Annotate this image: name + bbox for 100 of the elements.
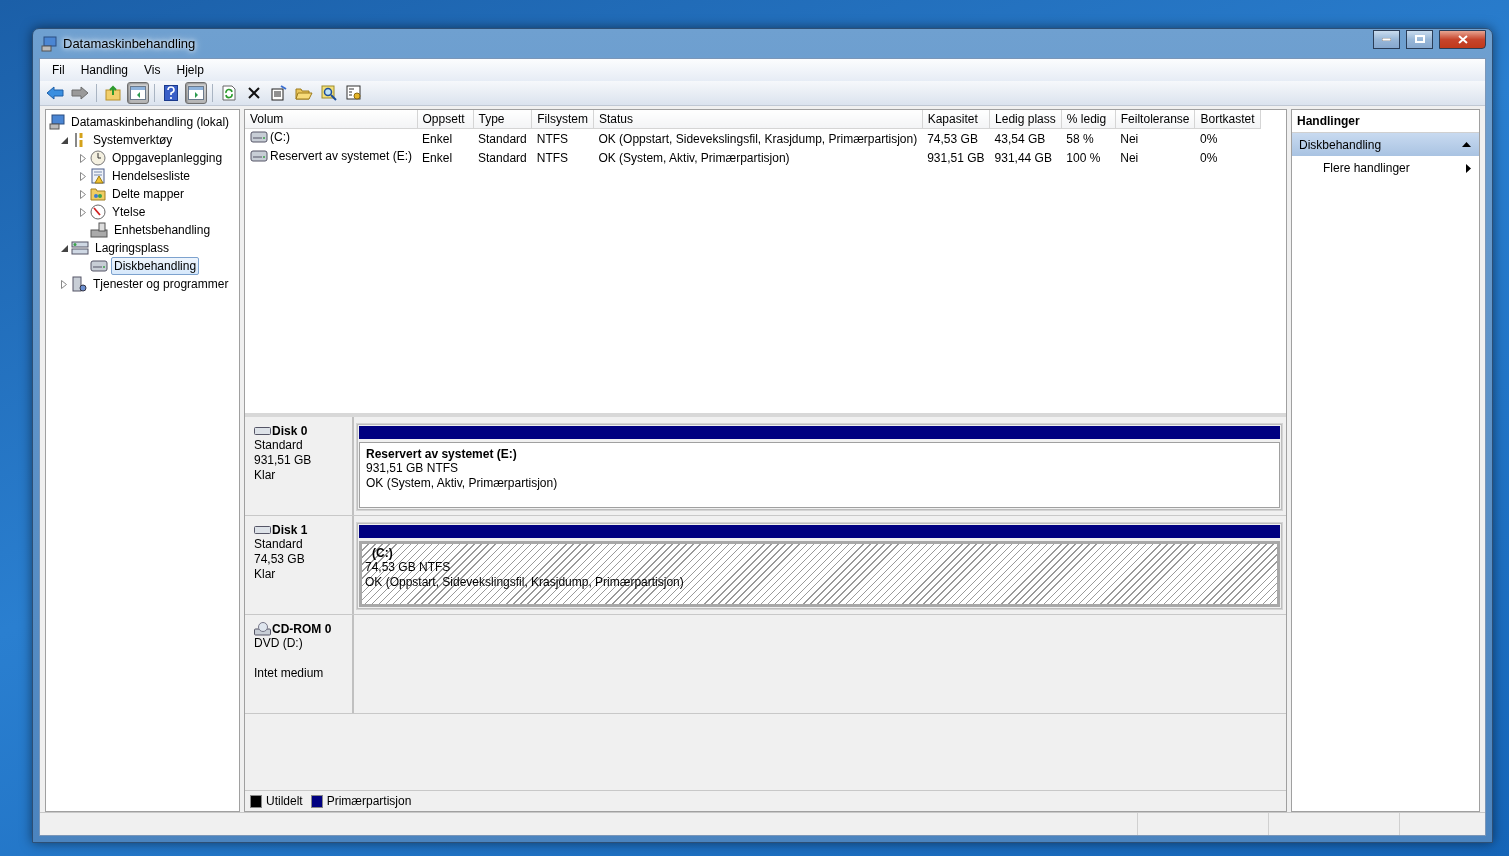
column-header[interactable]: Filsystem — [531, 110, 594, 129]
partition-size: 74,53 GB NTFS — [365, 560, 452, 575]
refresh-icon — [222, 85, 236, 101]
disk-info: Standard — [254, 537, 304, 552]
partition-title: Reservert av systemet (E:) — [366, 447, 518, 461]
tree-item[interactable]: Tjenester og programmer — [90, 275, 232, 293]
collapsed-arrow-icon[interactable] — [80, 171, 86, 181]
table-cell: 74,53 GB — [927, 131, 978, 146]
tree-item[interactable]: Lagringsplass — [92, 239, 173, 257]
column-header[interactable]: Volum — [245, 110, 418, 129]
partition-status: OK (Oppstart, Sidevekslingsfil, Krasjdump, Primærpartisjon) — [365, 575, 685, 590]
tree-item[interactable]: Datamaskinbehandling (lokal) — [68, 113, 233, 131]
delete-icon — [247, 86, 261, 100]
table-cell: 931,51 GB — [927, 150, 985, 165]
column-header[interactable]: Bortkastet — [1195, 110, 1260, 129]
tree-item[interactable]: Oppgaveplanlegging — [109, 149, 226, 167]
column-header[interactable]: Oppsett — [417, 110, 474, 129]
tree-item[interactable]: Ytelse — [109, 203, 149, 221]
table-cell: Nei — [1120, 131, 1139, 146]
disk-name: CD-ROM 0 — [272, 622, 332, 636]
hard-drive-icon — [254, 525, 271, 535]
column-header[interactable]: Status — [593, 110, 923, 129]
pane-toggle-icon — [130, 86, 146, 100]
table-cell: OK (Oppstart, Sidevekslingsfil, Krasjdump, Primærpartisjon) — [598, 131, 918, 146]
storage-icon — [71, 240, 89, 256]
partition-status: OK (System, Aktiv, Primærpartisjon) — [366, 476, 559, 491]
disk-info: Intet medium — [254, 666, 325, 681]
column-header[interactable]: Kapasitet — [922, 110, 990, 129]
close-button[interactable] — [1439, 29, 1486, 49]
partition-block[interactable]: Reservert av systemet (E:) 931,51 GB NTFS OK (System, Aktiv, Primærpartisjon) — [357, 424, 1282, 510]
menu-item[interactable]: Hjelp — [168, 63, 212, 77]
disk-info: DVD (D:) — [254, 636, 304, 651]
folder-up-icon — [105, 85, 121, 101]
computer-icon — [49, 114, 65, 130]
collapsed-arrow-icon[interactable] — [61, 279, 67, 289]
gauge-icon — [90, 204, 106, 220]
table-cell: Reservert av systemet (E:) — [270, 149, 413, 163]
table-cell: 100 % — [1066, 150, 1101, 165]
table-cell: NTFS — [536, 150, 569, 165]
maximize-button[interactable] — [1406, 29, 1433, 49]
submenu-arrow-icon — [1466, 163, 1471, 173]
column-header[interactable]: Feiltoleranse — [1115, 110, 1195, 129]
disk-name: Disk 0 — [272, 424, 308, 438]
table-cell: 931,44 GB — [994, 150, 1052, 165]
legend-label: Primærpartisjon — [326, 794, 412, 808]
computer-icon — [41, 35, 57, 52]
menu-item[interactable]: Fil — [44, 63, 73, 77]
column-header[interactable]: Ledig plass — [989, 110, 1062, 129]
partition-block[interactable]: (C:) 74,53 GB NTFS OK (Oppstart, Sidevekslingsfil, Krasjdump, Primærpartisjon) — [357, 523, 1282, 609]
tree-item[interactable]: Diskbehandling — [111, 257, 200, 275]
collapsed-arrow-icon[interactable] — [80, 207, 86, 217]
disk-info: Klar — [254, 567, 277, 582]
expanded-arrow-icon[interactable] — [60, 136, 68, 144]
clock-icon — [90, 150, 106, 166]
table-cell: Enkel — [422, 131, 453, 146]
table-cell: Enkel — [422, 150, 453, 165]
table-cell: 58 % — [1066, 131, 1094, 146]
hard-drive-icon — [250, 148, 268, 164]
action-item[interactable]: Flere handlinger — [1292, 156, 1479, 180]
minimize-button[interactable] — [1373, 29, 1400, 49]
maximize-icon — [1414, 35, 1425, 43]
folder-icon — [295, 86, 313, 100]
menu-item[interactable]: Vis — [136, 63, 169, 77]
partition-size: 931,51 GB NTFS — [366, 461, 460, 476]
tree-item[interactable]: Enhetsbehandling — [111, 221, 214, 239]
collapsed-arrow-icon[interactable] — [80, 189, 86, 199]
partition-title: (C:) — [371, 546, 394, 560]
disk-info: Klar — [254, 468, 277, 483]
disk-name: Disk 1 — [272, 523, 308, 537]
properties-icon — [271, 85, 287, 101]
partition-area[interactable]: (C:) 74,53 GB NTFS OK (Oppstart, Sidevekslingsfil, Krasjdump, Primærpartisjon) — [359, 541, 1280, 607]
table-cell: 0% — [1200, 131, 1218, 146]
column-header[interactable]: % ledig — [1061, 110, 1116, 129]
table-cell: Nei — [1120, 150, 1139, 165]
actions-section[interactable]: Diskbehandling — [1292, 133, 1479, 156]
tree-item[interactable]: Delte mapper — [109, 185, 188, 203]
table-cell: NTFS — [536, 131, 569, 146]
hard-drive-icon — [90, 258, 108, 274]
expanded-arrow-icon[interactable] — [60, 244, 68, 252]
column-header[interactable]: Type — [473, 110, 532, 129]
back-arrow-icon — [46, 86, 64, 100]
window-title: Datamaskinbehandling — [63, 36, 197, 51]
disk-info: 74,53 GB — [254, 552, 306, 567]
close-icon — [1457, 34, 1468, 44]
menu-item[interactable]: Handling — [72, 63, 137, 77]
table-cell: 0% — [1200, 150, 1218, 165]
table-cell: (C:) — [270, 130, 290, 144]
help-icon — [164, 85, 178, 101]
device-manager-icon — [90, 222, 108, 238]
tree-item[interactable]: Hendelsesliste — [109, 167, 194, 185]
table-cell: Standard — [478, 131, 527, 146]
hard-drive-icon — [254, 426, 271, 436]
collapsed-arrow-icon[interactable] — [80, 153, 86, 163]
server-gear-icon — [71, 276, 87, 292]
partition-area[interactable]: Reservert av systemet (E:) 931,51 GB NTFS OK (System, Aktiv, Primærpartisjon) — [359, 442, 1280, 508]
tree-item[interactable]: Systemverktøy — [90, 131, 176, 149]
minimize-icon — [1382, 37, 1391, 41]
table-cell: 43,54 GB — [994, 131, 1046, 146]
table-cell: Standard — [478, 150, 527, 165]
settings-icon — [346, 85, 362, 101]
